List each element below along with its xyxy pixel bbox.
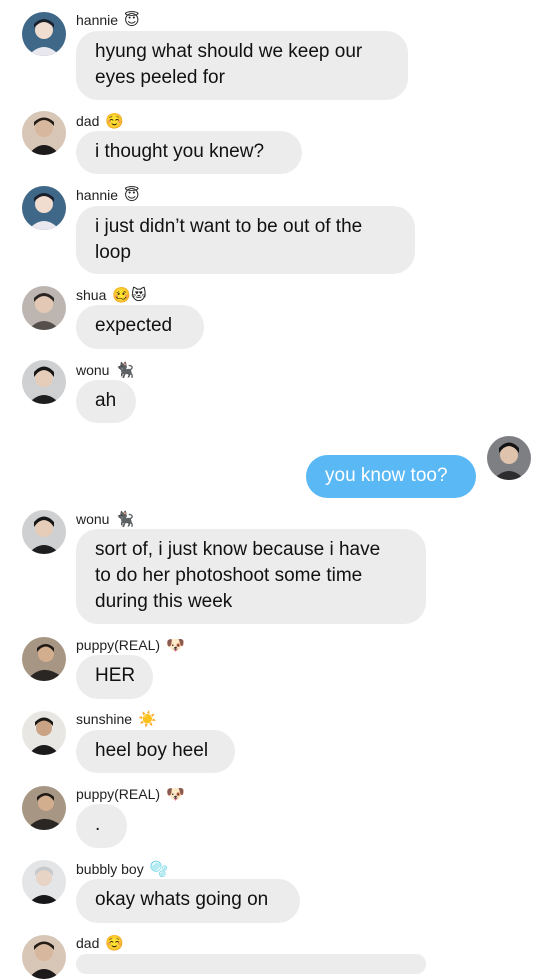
message-bubble: okay whats going on xyxy=(76,879,300,923)
avatar[interactable] xyxy=(22,786,66,830)
avatar[interactable] xyxy=(22,510,66,554)
message-bubble: i thought you knew? xyxy=(76,131,302,174)
message-bubble: hyung what should we keep our eyes peeled… xyxy=(76,31,408,100)
message-bubble: sort of, i just know because i have to do… xyxy=(76,529,426,624)
avatar-self[interactable] xyxy=(487,436,531,480)
halo-emoji-icon: 😇 xyxy=(124,11,140,29)
sender-name: hannie 😇 xyxy=(76,11,140,29)
bubbles-emoji-icon: 🫧 xyxy=(149,860,169,878)
message-bubble: i just didn’t want to be out of the loop xyxy=(76,206,415,274)
black-cat-emoji-icon: 🐈‍⬛ xyxy=(115,510,135,528)
message-bubble xyxy=(76,954,426,974)
dog-emoji-icon: 🐶 xyxy=(166,785,185,803)
avatar[interactable] xyxy=(22,186,66,230)
sender-name: dad ☺️ xyxy=(76,934,125,952)
avatar[interactable] xyxy=(22,111,66,155)
message-bubble-outgoing: you know too? xyxy=(306,455,476,498)
avatar[interactable] xyxy=(22,935,66,979)
message-bubble: . xyxy=(76,804,127,848)
sender-name: wonu 🐈‍⬛ xyxy=(76,510,135,528)
message-bubble: heel boy heel xyxy=(76,730,235,773)
sender-name: hannie 😇 xyxy=(76,186,140,204)
halo-emoji-icon: 😇 xyxy=(124,186,140,204)
avatar[interactable] xyxy=(22,637,66,681)
sender-name: shua 🥴😻 xyxy=(76,286,147,304)
sender-name: puppy(REAL) 🐶 xyxy=(76,636,185,654)
avatar[interactable] xyxy=(22,286,66,330)
woozy-and-heart-cat-emoji-icon: 🥴😻 xyxy=(112,286,147,304)
avatar[interactable] xyxy=(22,12,66,56)
sender-name: wonu 🐈‍⬛ xyxy=(76,361,135,379)
relieved-emoji-icon: ☺️ xyxy=(105,934,125,952)
avatar[interactable] xyxy=(22,860,66,904)
avatar[interactable] xyxy=(22,360,66,404)
relieved-emoji-icon: ☺️ xyxy=(105,112,125,130)
sender-name: dad ☺️ xyxy=(76,112,125,130)
avatar[interactable] xyxy=(22,711,66,755)
message-bubble: ah xyxy=(76,380,136,423)
message-bubble: HER xyxy=(76,655,153,699)
black-cat-emoji-icon: 🐈‍⬛ xyxy=(115,361,135,379)
sun-emoji-icon: ☀️ xyxy=(138,710,157,728)
sender-name: sunshine ☀️ xyxy=(76,710,157,728)
message-bubble: expected xyxy=(76,305,204,349)
sender-name: puppy(REAL) 🐶 xyxy=(76,785,185,803)
sender-name: bubbly boy 🫧 xyxy=(76,860,169,878)
dog-emoji-icon: 🐶 xyxy=(166,636,185,654)
